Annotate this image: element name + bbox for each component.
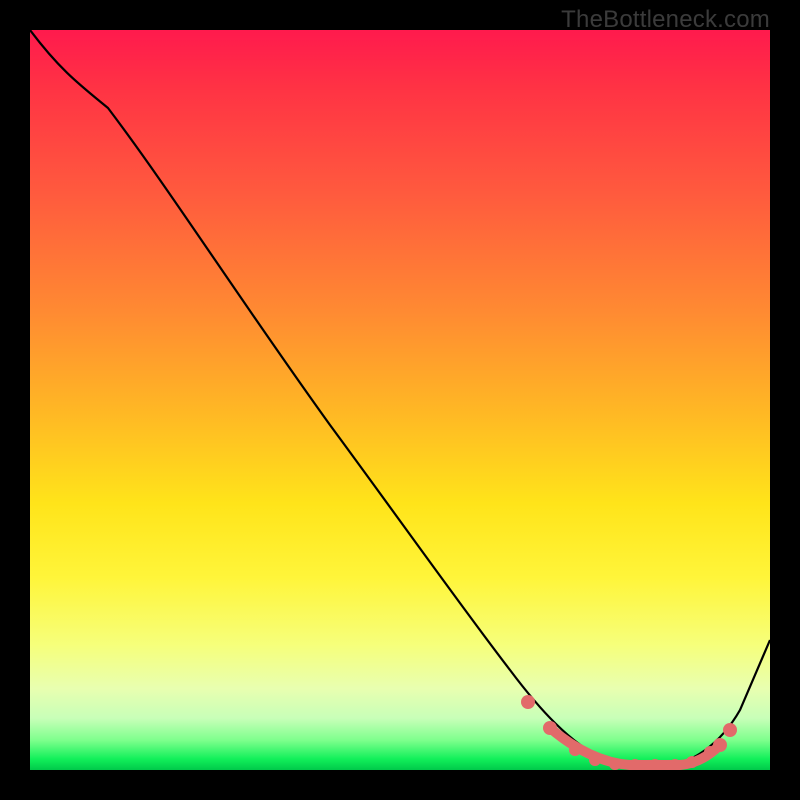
curve-svg xyxy=(30,30,770,770)
marker-dot xyxy=(686,756,698,768)
plot-area xyxy=(30,30,770,770)
chart-frame: TheBottleneck.com xyxy=(0,0,800,800)
marker-dot xyxy=(609,758,621,770)
marker-dot xyxy=(569,744,581,756)
marker-dot xyxy=(713,738,727,752)
bottleneck-curve-line xyxy=(30,30,770,765)
marker-dot xyxy=(543,721,557,735)
marker-dot xyxy=(723,723,737,737)
marker-dot xyxy=(589,754,601,766)
marker-dot xyxy=(521,695,535,709)
